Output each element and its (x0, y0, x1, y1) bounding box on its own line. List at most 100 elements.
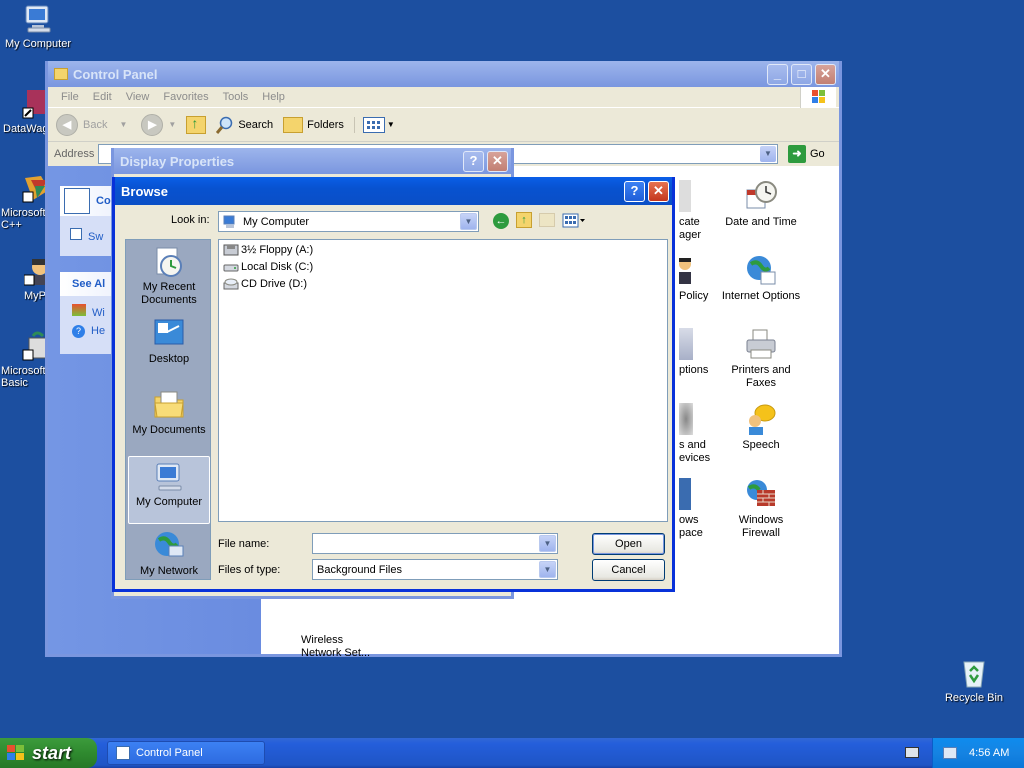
printer-icon (745, 328, 777, 360)
cd-drive-icon (223, 277, 239, 291)
go-arrow-icon: ➜ (788, 145, 806, 163)
network-tray-icon[interactable] (943, 747, 957, 759)
maximize-button[interactable]: □ (791, 64, 812, 85)
cp-item-sounds-devices[interactable]: s and evices (679, 403, 724, 465)
look-in-combo[interactable]: My Computer ▼ (218, 211, 479, 232)
menu-bar: File Edit View Favorites Tools Help (48, 87, 839, 108)
search-icon (216, 116, 234, 134)
desktop-icon-label: Recycle Bin (944, 692, 1004, 704)
desktop-icon-label: My Computer (4, 38, 72, 50)
cp-item-windows-firewall[interactable]: Windows Firewall (721, 478, 801, 540)
close-button[interactable]: ✕ (487, 151, 508, 172)
back-nav-icon[interactable]: ← (493, 213, 509, 229)
browse-titlebar[interactable]: Browse ? ✕ (115, 177, 672, 205)
folders-button[interactable]: Folders (283, 116, 344, 133)
close-button[interactable]: ✕ (648, 181, 669, 202)
up-folder-button[interactable]: ↑ (186, 115, 207, 134)
window-title: Control Panel (73, 66, 158, 82)
taskbar-button-control-panel[interactable]: Control Panel (107, 741, 265, 765)
keyboard-icon[interactable] (905, 747, 919, 758)
network-icon (153, 530, 185, 562)
speech-icon (745, 403, 777, 435)
search-button[interactable]: Search (216, 116, 273, 134)
desktop-icon-label: DataWag (3, 123, 49, 135)
taskbar: start Control Panel 4:56 AM (0, 738, 1024, 768)
address-label: Address (54, 148, 95, 160)
new-folder-icon[interactable] (539, 213, 555, 227)
help-button[interactable]: ? (624, 181, 645, 202)
file-name-combo[interactable]: ▼ (312, 533, 558, 554)
file-name-label: File name: (218, 538, 270, 550)
display-properties-titlebar[interactable]: Display Properties ? ✕ (114, 148, 511, 174)
chevron-down-icon: ▼ (386, 120, 395, 129)
place-my-recent-documents[interactable]: My Recent Documents (126, 246, 212, 307)
place-desktop[interactable]: Desktop (126, 318, 212, 365)
views-button[interactable]: ▼ (353, 116, 395, 133)
control-panel-titlebar[interactable]: Control Panel _ □ ✕ (48, 61, 839, 87)
look-in-label: Look in: (171, 214, 210, 226)
help-icon: ? (72, 325, 85, 338)
open-button[interactable]: Open (592, 533, 665, 555)
forward-button[interactable]: ▶ ▼ (141, 113, 177, 136)
place-my-network[interactable]: My Network (126, 530, 212, 577)
desktop-icon-ms-cpp[interactable]: Microsoft C++ (1, 172, 49, 231)
chevron-down-icon[interactable]: ▼ (460, 213, 477, 230)
floppy-drive-icon (223, 243, 239, 257)
cp-item-wireless-network[interactable]: Wireless Network Set... (301, 634, 391, 660)
go-button[interactable]: ➜ Go (788, 145, 825, 163)
cp-item-windows-cardspace[interactable]: ows pace (679, 478, 724, 540)
up-folder-icon: ↑ (186, 115, 207, 134)
chevron-down-icon: ▼ (168, 120, 177, 129)
desktop-icon-label: Microsoft Basic (1, 365, 46, 389)
chevron-down-icon[interactable]: ▼ (539, 535, 556, 552)
file-item-floppy[interactable]: 3½ Floppy (A:) (223, 242, 313, 258)
menu-tools[interactable]: Tools (216, 91, 256, 103)
computer-icon (153, 461, 185, 493)
cp-item-internet-options[interactable]: Internet Options (721, 254, 801, 303)
back-button[interactable]: ◀ Back ▼ (56, 113, 127, 136)
file-item-local-disk[interactable]: Local Disk (C:) (223, 259, 313, 275)
place-my-documents[interactable]: My Documents (126, 389, 212, 436)
cancel-button[interactable]: Cancel (592, 559, 665, 581)
cp-item-policy[interactable]: Policy (679, 254, 724, 302)
system-tray: 4:56 AM (932, 738, 1024, 768)
files-of-type-combo[interactable]: Background Files ▼ (312, 559, 558, 580)
cp-item-printers-and-faxes[interactable]: Printers and Faxes (721, 328, 801, 390)
folders-icon (283, 116, 304, 133)
cp-item-speech[interactable]: Speech (721, 403, 801, 451)
place-my-computer[interactable]: My Computer (128, 456, 210, 524)
desktop-icon-datawag[interactable]: DataWag (3, 88, 51, 135)
cp-item-options[interactable]: ptions (679, 328, 724, 376)
file-item-cd-drive[interactable]: CD Drive (D:) (223, 276, 307, 292)
menu-help[interactable]: Help (255, 91, 292, 103)
cp-item-date-and-time[interactable]: Date and Time (721, 180, 801, 228)
windows-logo-icon (6, 744, 26, 762)
clock[interactable]: 4:56 AM (969, 747, 1009, 759)
browse-dialog: Browse ? ✕ Look in: My Computer ▼ ← ↑ My… (112, 177, 675, 592)
desktop-icon-ms-basic[interactable]: Microsoft Basic (1, 330, 49, 389)
forward-arrow-icon: ▶ (141, 113, 164, 136)
menu-file[interactable]: File (54, 91, 86, 103)
chevron-down-icon[interactable]: ▼ (760, 146, 776, 162)
windows-update-icon (72, 304, 86, 316)
people-icon (679, 254, 695, 286)
computer-icon (223, 215, 237, 229)
start-button[interactable]: start (0, 738, 97, 768)
globe-icon (745, 254, 777, 286)
menu-favorites[interactable]: Favorites (156, 91, 215, 103)
desktop-icon-my-computer[interactable]: My Computer (0, 3, 76, 50)
close-button[interactable]: ✕ (815, 64, 836, 85)
help-button[interactable]: ? (463, 151, 484, 172)
cp-item-security-center[interactable]: cate ager (679, 180, 724, 242)
back-arrow-icon: ◀ (56, 113, 78, 136)
window-title: Display Properties (120, 153, 235, 169)
view-menu-icon[interactable] (562, 213, 586, 229)
up-one-level-icon[interactable]: ↑ (516, 212, 532, 228)
minimize-button[interactable]: _ (767, 64, 788, 85)
control-panel-icon (64, 188, 90, 214)
chevron-down-icon[interactable]: ▼ (539, 561, 556, 578)
menu-edit[interactable]: Edit (86, 91, 119, 103)
file-list[interactable]: 3½ Floppy (A:) Local Disk (C:) CD Drive … (218, 239, 668, 522)
desktop-icon-recycle-bin[interactable]: Recycle Bin (936, 657, 1012, 704)
menu-view[interactable]: View (119, 91, 157, 103)
